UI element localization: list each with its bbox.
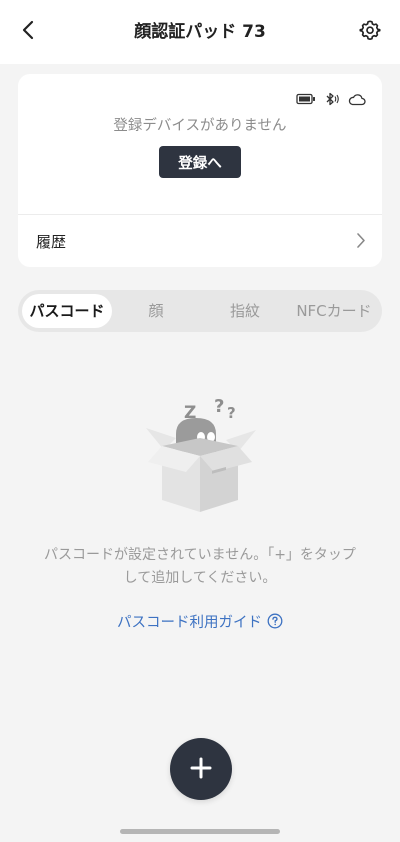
header-bar: 顔認証パッド 73 bbox=[0, 0, 400, 64]
plus-icon bbox=[189, 756, 213, 783]
passcode-guide-link[interactable]: パスコード利用ガイド bbox=[0, 611, 400, 633]
empty-state-message: パスコードが設定されていません。「+」をタップ して追加してください。 bbox=[26, 544, 374, 590]
back-button[interactable] bbox=[14, 18, 42, 46]
settings-button[interactable] bbox=[356, 18, 384, 46]
add-passcode-button[interactable] bbox=[170, 738, 232, 800]
history-row[interactable]: 履歴 bbox=[18, 215, 382, 267]
device-status-icons bbox=[296, 92, 366, 106]
gear-icon bbox=[359, 19, 381, 45]
register-button[interactable]: 登録へ bbox=[159, 146, 241, 178]
no-device-message: 登録デバイスがありません bbox=[113, 118, 287, 134]
empty-box-icon: Z ? ? bbox=[140, 390, 260, 520]
empty-message-line2: して追加してください。 bbox=[123, 570, 277, 586]
tab-nfc-card[interactable]: NFCカード bbox=[290, 294, 378, 328]
cloud-icon bbox=[348, 93, 366, 106]
home-indicator bbox=[120, 829, 280, 834]
chevron-right-icon bbox=[356, 232, 366, 253]
page-title: 顔認証パッド 73 bbox=[134, 22, 266, 42]
history-label: 履歴 bbox=[36, 233, 67, 251]
battery-icon bbox=[296, 93, 316, 105]
guide-link-label: パスコード利用ガイド bbox=[117, 615, 262, 631]
help-circle-icon bbox=[267, 613, 283, 633]
bluetooth-icon bbox=[324, 92, 340, 106]
tab-face[interactable]: 顔 bbox=[124, 294, 188, 328]
empty-message-line1: パスコードが設定されていません。「+」をタップ bbox=[44, 547, 356, 563]
svg-text:?: ? bbox=[227, 404, 236, 422]
device-card: 登録デバイスがありません 登録へ 履歴 bbox=[18, 74, 382, 267]
svg-text:?: ? bbox=[214, 396, 224, 417]
tab-passcode[interactable]: パスコード bbox=[22, 294, 112, 328]
chevron-left-icon bbox=[21, 20, 35, 44]
credential-tabs: パスコード 顔 指紋 NFCカード bbox=[18, 290, 382, 332]
tab-fingerprint[interactable]: 指紋 bbox=[210, 294, 280, 328]
